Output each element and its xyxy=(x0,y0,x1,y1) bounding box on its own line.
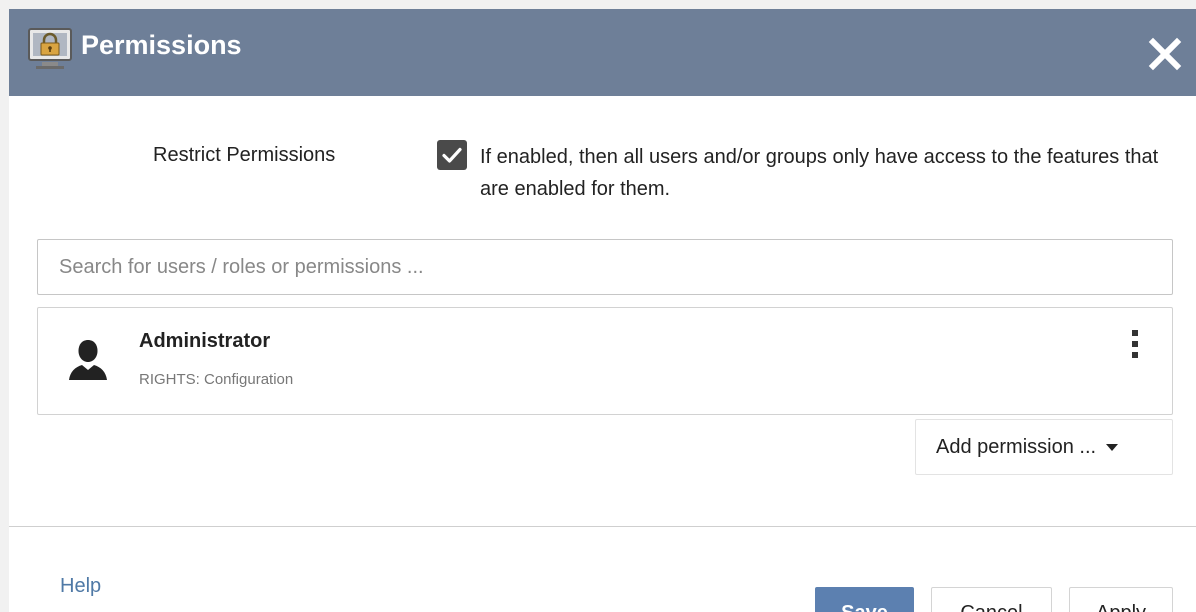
restrict-permissions-description: If enabled, then all users and/or groups… xyxy=(480,146,1159,200)
dialog-title: Permissions xyxy=(81,30,242,60)
apply-button[interactable]: Apply xyxy=(1069,587,1173,612)
restrict-permissions-label: Restrict Permissions xyxy=(153,144,336,166)
entry-rights: RIGHTS: Configuration xyxy=(139,371,294,388)
more-options-icon[interactable] xyxy=(1128,330,1142,370)
entry-name: Administrator xyxy=(139,330,271,352)
dialog-titlebar: Permissions xyxy=(9,9,1196,96)
caret-down-icon xyxy=(1105,444,1118,452)
padlock-monitor-icon xyxy=(28,28,72,69)
checkmark-icon xyxy=(442,147,462,163)
save-button[interactable]: Save xyxy=(815,587,914,612)
permissions-dialog: Permissions Restrict Permissions If enab… xyxy=(9,9,1196,612)
cancel-button[interactable]: Cancel xyxy=(931,587,1052,612)
user-icon xyxy=(69,340,107,380)
add-permission-label: Add permission ... xyxy=(936,436,1097,458)
close-icon[interactable] xyxy=(1148,37,1182,71)
permission-entry[interactable]: Administrator RIGHTS: Configuration xyxy=(37,307,1173,415)
restrict-permissions-checkbox[interactable] xyxy=(437,140,467,170)
add-permission-dropdown[interactable]: Add permission ... xyxy=(915,419,1173,475)
help-link[interactable]: Help xyxy=(60,573,101,599)
footer-divider xyxy=(9,526,1196,527)
search-input[interactable] xyxy=(37,239,1173,295)
